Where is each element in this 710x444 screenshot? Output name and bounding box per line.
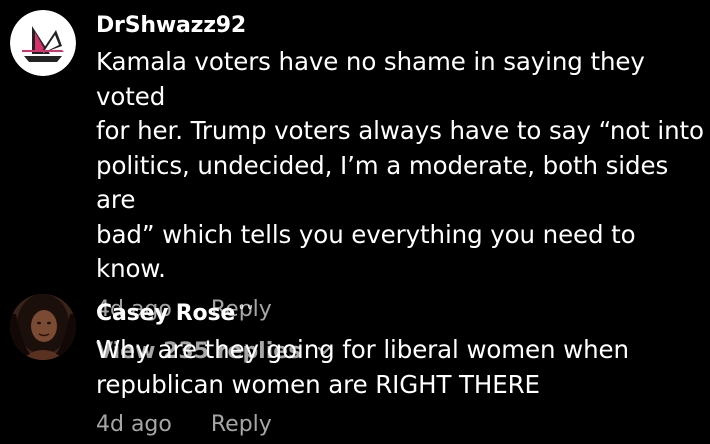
comment-text: Kamala voters have no shame in saying th… xyxy=(96,45,704,287)
timestamp: 4d ago xyxy=(96,412,172,437)
sailboat-logo-icon xyxy=(10,10,76,76)
avatar[interactable] xyxy=(10,10,76,76)
reply-button[interactable]: Reply xyxy=(211,410,272,440)
comment-text: Why are they going for liberal women whe… xyxy=(96,333,704,402)
comment-text-line: Kamala voters have no shame in saying th… xyxy=(96,47,645,111)
username[interactable]: Casey Rose xyxy=(96,301,235,326)
comment-text-line: politics, undecided, I’m a moderate, bot… xyxy=(96,150,669,215)
username-row: Casey Rose ᐡ ᐡ xyxy=(96,296,704,328)
comment-text-line: for her. Trump voters always have to say… xyxy=(96,116,704,145)
comment-meta: 4d ago Reply xyxy=(96,410,704,440)
comment-text-line: Why are they going for liberal women whe… xyxy=(96,335,629,364)
comment-text-line: republican women are RIGHT THERE xyxy=(96,369,540,399)
profile-photo-icon xyxy=(10,294,76,360)
avatar[interactable] xyxy=(10,294,76,360)
username[interactable]: DrShwazz92 xyxy=(96,12,704,40)
username-emoticon: ᐡ ᐡ xyxy=(239,303,253,317)
comment-text-line: bad” which tells you everything you need… xyxy=(96,219,636,284)
